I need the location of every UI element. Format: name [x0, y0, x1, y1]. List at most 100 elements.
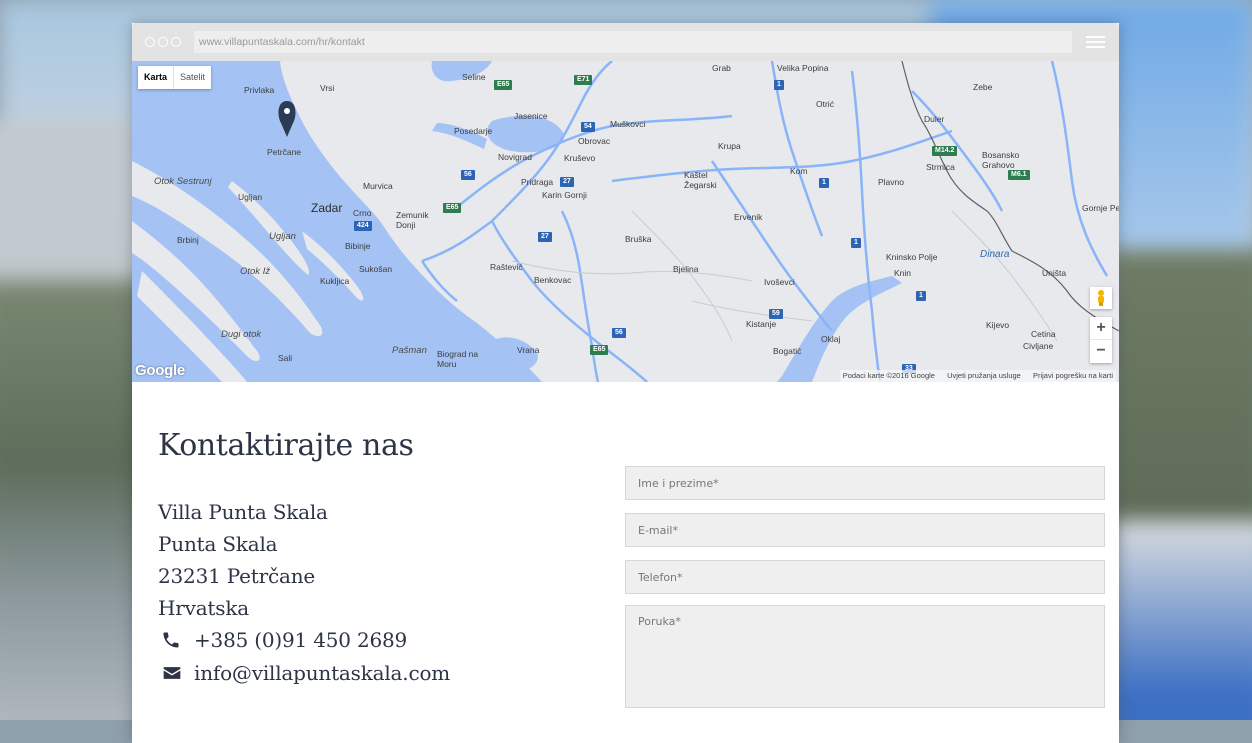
- map-label: Kijevo: [986, 320, 1010, 330]
- map-label: Jasenice: [514, 111, 548, 121]
- road-shield: 56: [612, 328, 626, 338]
- map-label: Murvica: [363, 181, 393, 191]
- zoom-in-button[interactable]: +: [1090, 317, 1112, 340]
- address-line: Villa Punta Skala: [158, 500, 328, 524]
- envelope-icon: [163, 667, 181, 679]
- map-label: Crno: [353, 208, 372, 218]
- road-shield: 54: [581, 122, 595, 132]
- zoom-control: + −: [1090, 317, 1112, 363]
- road-shield: 1: [819, 178, 829, 188]
- map-label: Biograd na Moru: [437, 349, 479, 369]
- map-label: Obrovac: [578, 136, 611, 146]
- map-label: Raštević: [490, 262, 523, 272]
- map-label: Privlaka: [244, 85, 275, 95]
- map-label: Civljane: [1023, 341, 1054, 351]
- message-textarea[interactable]: [625, 605, 1105, 708]
- map-label: Kaštel Žegarski: [684, 170, 717, 190]
- address-line: 23231 Petrčane: [158, 564, 316, 588]
- address-line: Hrvatska: [158, 596, 249, 620]
- map-label: Strmica: [926, 162, 955, 172]
- map-label: Kom: [790, 166, 808, 176]
- hamburger-menu-icon[interactable]: [1086, 36, 1105, 48]
- map-label: Novigrad: [498, 152, 533, 162]
- map-label: Ervenik: [734, 212, 763, 222]
- map-label: Duler: [924, 114, 945, 124]
- map-label: Dinara: [980, 249, 1010, 260]
- zoom-out-button[interactable]: −: [1090, 340, 1112, 363]
- map-label: Otok Iž: [240, 266, 271, 277]
- map-label: Benkovac: [534, 275, 572, 285]
- street-view-pegman-icon[interactable]: [1090, 287, 1112, 309]
- map-label: Dugi otok: [221, 329, 262, 340]
- map-label: Vrana: [517, 345, 540, 355]
- road-shield: M14.2: [932, 146, 958, 156]
- map-label: Posedarje: [454, 126, 493, 136]
- map-label: Bruška: [625, 234, 652, 244]
- map-attribution: Podaci karte ©2016 Google Uvjeti pružanj…: [839, 370, 1116, 382]
- map-label: Kukljica: [320, 276, 350, 286]
- map-label: Bosansko Grahovo: [982, 150, 1020, 170]
- map-label: Petrčane: [267, 147, 302, 157]
- report-error-link[interactable]: Prijavi pogrešku na karti: [1033, 371, 1113, 380]
- email-input[interactable]: [625, 513, 1105, 547]
- map-label: Oklaj: [821, 334, 841, 344]
- map-label: Vrsi: [320, 83, 335, 93]
- road-shield: 27: [538, 232, 552, 242]
- road-shield: 424: [354, 221, 372, 231]
- road-shield: 56: [461, 170, 475, 180]
- browser-toolbar: www.villapuntaskala.com/hr/kontakt: [132, 23, 1119, 61]
- road-shield: E71: [574, 75, 593, 85]
- map-label: Sukošan: [359, 264, 393, 274]
- road-shield: 1: [851, 238, 861, 248]
- map-label: Seline: [462, 72, 486, 82]
- window-dot-icon: [158, 37, 168, 47]
- map-label: Grab: [712, 63, 731, 73]
- address-bar[interactable]: www.villapuntaskala.com/hr/kontakt: [194, 31, 1072, 53]
- phone-input[interactable]: [625, 560, 1105, 594]
- map-label: Sali: [278, 353, 293, 363]
- terms-link[interactable]: Uvjeti pružanja usluge: [947, 371, 1021, 380]
- window-dot-icon: [171, 37, 181, 47]
- road-shield: E65: [590, 345, 609, 355]
- map-label: Pašman: [392, 345, 427, 356]
- road-shield: 1: [916, 291, 926, 301]
- map-label: Brbinj: [177, 235, 199, 245]
- map-label: Cetina: [1031, 329, 1056, 339]
- map-label: Kruševo: [564, 153, 596, 163]
- map-label: Velika Popina: [777, 63, 829, 73]
- map-label: Krupa: [718, 141, 741, 151]
- map-label: Bibinje: [345, 241, 371, 251]
- map-label: Gornje Peulje: [1082, 203, 1119, 213]
- map-label: Otrić: [816, 99, 834, 109]
- map-label: Zebe: [973, 82, 993, 92]
- map-type-control: Karta Satelit: [138, 66, 212, 89]
- road-shield: E65: [494, 80, 513, 90]
- map-label: Muškovci: [610, 119, 646, 129]
- window-dot-icon: [145, 37, 155, 47]
- map-label: Kistanje: [746, 319, 777, 329]
- map-label: Ugljan: [269, 231, 296, 242]
- map-label: Uništa: [1042, 268, 1067, 278]
- map-label: Bjelina: [673, 264, 699, 274]
- google-map[interactable]: Privlaka Vrsi Seline Jasenice Grab Velik…: [132, 61, 1119, 382]
- road-shield: E65: [443, 203, 462, 213]
- map-label: Pridraga: [521, 177, 554, 187]
- map-label: Ugljan: [238, 192, 263, 202]
- map-label: Zemunik Donji: [396, 210, 429, 230]
- name-input[interactable]: [625, 466, 1105, 500]
- map-type-satelit-button[interactable]: Satelit: [174, 66, 211, 89]
- map-label: Zadar: [311, 201, 343, 215]
- phone-number[interactable]: +385 (0)91 450 2689: [194, 628, 407, 652]
- map-label: Karin Gornji: [542, 190, 587, 200]
- google-logo: Google: [135, 362, 185, 379]
- map-label: Kninsko Polje: [886, 252, 938, 262]
- map-label: Knin: [894, 268, 912, 278]
- map-label: Ivoševci: [764, 277, 795, 287]
- road-shield: 59: [769, 309, 783, 319]
- map-label: Bogatić: [773, 346, 802, 356]
- map-type-karta-button[interactable]: Karta: [138, 66, 175, 89]
- page-title: Kontaktirajte nas: [158, 428, 414, 463]
- map-label: Plavno: [878, 177, 904, 187]
- email-link[interactable]: info@villapuntaskala.com: [194, 661, 450, 685]
- road-shield: 27: [560, 177, 574, 187]
